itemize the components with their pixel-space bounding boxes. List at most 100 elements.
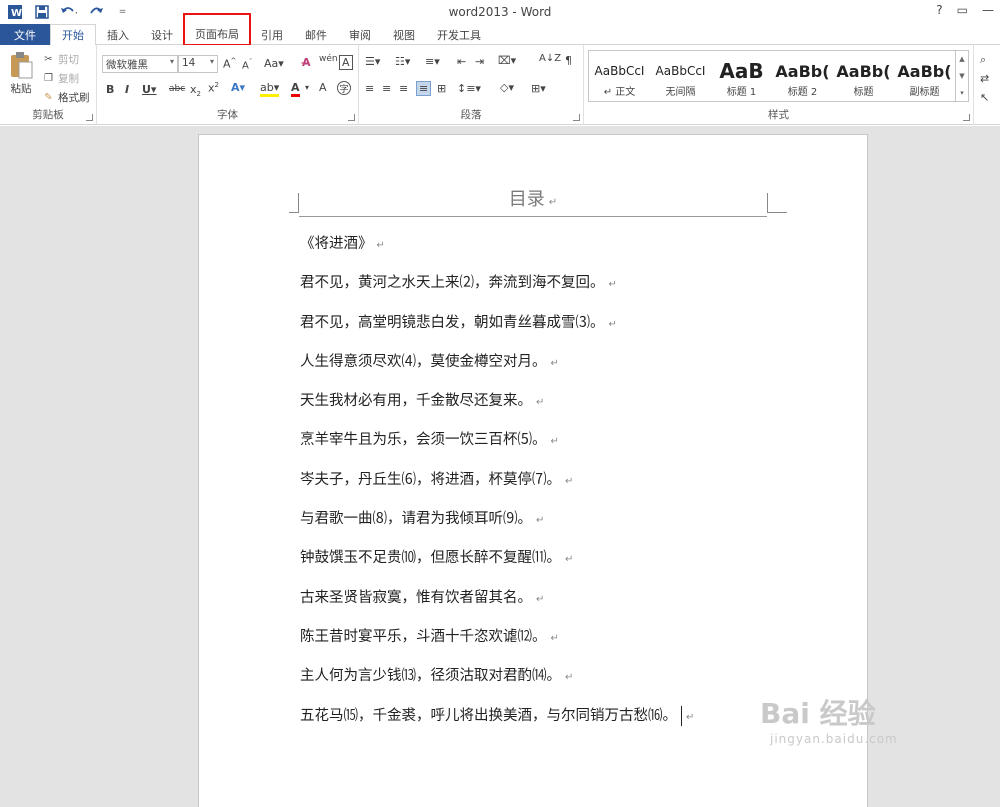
tab-file[interactable]: 文件	[0, 24, 50, 45]
scroll-down-icon[interactable]: ▼	[959, 72, 964, 80]
more-styles-icon[interactable]: ▾	[960, 89, 964, 97]
bullets-icon[interactable]: ☰▾	[365, 55, 380, 68]
distributed-icon[interactable]: ⊞	[437, 82, 446, 95]
tab-review[interactable]: 审阅	[338, 24, 382, 45]
poem-line[interactable]: 《将进酒》 ↵	[300, 225, 694, 264]
line-text: 烹羊宰牛且为乐，会须一饮三百杯⑸。	[300, 432, 547, 449]
character-shading-icon[interactable]: A	[319, 81, 327, 94]
poem-line[interactable]: 君不见，高堂明镜悲白发，朝如青丝暮成雪⑶。 ↵	[300, 304, 694, 343]
align-center-icon[interactable]: ≡	[382, 82, 391, 95]
tab-insert[interactable]: 插入	[96, 24, 140, 45]
shading-icon[interactable]: ◇▾	[500, 81, 514, 94]
line-text: 主人何为言少钱⒀，径须沽取对君酌⒁。	[300, 668, 561, 685]
multilevel-list-icon[interactable]: ≡▾	[425, 55, 440, 68]
paragraph-mark: ↵	[565, 672, 574, 684]
find-icon[interactable]: ⌕	[980, 53, 986, 67]
poem-line[interactable]: 人生得意须尽欢⑷，莫使金樽空对月。 ↵	[300, 343, 694, 382]
poem-line[interactable]: 与君歌一曲⑻，请君为我倾耳听⑼。 ↵	[300, 500, 694, 539]
underline-icon[interactable]: U▾	[142, 83, 156, 96]
poem-line[interactable]: 君不见，黄河之水天上来⑵，奔流到海不复回。 ↵	[300, 264, 694, 303]
line-text: 岑夫子，丹丘生⑹，将进酒，杯莫停⑺。	[300, 471, 561, 488]
ribbon: 粘贴 ✂ 剪切 ❐ 复制 ✎ 格式刷 剪贴板 微软雅黑 ▾ 14 ▾ A^ Aˇ Aa▾ …	[0, 45, 1000, 125]
tab-mailings[interactable]: 邮件	[294, 24, 338, 45]
subscript-icon[interactable]: x2	[190, 83, 201, 98]
chinese-layout-icon[interactable]: ⌧▾	[498, 54, 516, 67]
numbering-icon[interactable]: ☷▾	[395, 55, 410, 68]
text-effects-icon[interactable]: A▾	[231, 81, 245, 94]
align-right-icon[interactable]: ≡	[399, 82, 408, 95]
italic-icon[interactable]: I	[125, 83, 129, 96]
tab-view[interactable]: 视图	[382, 24, 426, 45]
character-border-icon[interactable]: A	[339, 55, 353, 70]
line-text: 《将进酒》	[300, 236, 373, 252]
document-body[interactable]: 《将进酒》 ↵ 君不见，黄河之水天上来⑵，奔流到海不复回。 ↵ 君不见，高堂明镜悲白…	[300, 225, 694, 736]
strikethrough-icon[interactable]: abc	[169, 84, 185, 94]
decrease-indent-icon[interactable]: ⇤	[457, 55, 466, 68]
style-no-spacing[interactable]: AaBbCcI 无间隔	[650, 51, 711, 101]
poem-line[interactable]: 天生我材必有用，千金散尽还复来。 ↵	[300, 382, 694, 421]
poem-line[interactable]: 五花马⒂，千金裘，呼儿将出换美酒，与尔同销万古愁⒃。 ↵	[300, 697, 694, 736]
paragraph-launcher-icon[interactable]	[573, 114, 580, 121]
line-spacing-icon[interactable]: ↕≡▾	[457, 82, 481, 95]
poem-line[interactable]: 钟鼓馔玉不足贵⑽，但愿长醉不复醒⑾。 ↵	[300, 539, 694, 578]
poem-line[interactable]: 陈王昔时宴平乐，斗酒十千恣欢谑⑿。 ↵	[300, 618, 694, 657]
shrink-font-icon[interactable]: Aˇ	[242, 58, 252, 71]
tab-references[interactable]: 引用	[250, 24, 294, 45]
chevron-down-icon[interactable]: ▾	[305, 83, 309, 92]
style-heading-1[interactable]: AaB 标题 1	[711, 51, 772, 101]
superscript-icon[interactable]: x2	[208, 81, 219, 95]
borders-icon[interactable]: ⊞▾	[531, 82, 546, 95]
help-button[interactable]: ?	[936, 3, 942, 17]
grow-font-icon[interactable]: A^	[223, 57, 236, 71]
change-case-icon[interactable]: Aa▾	[264, 57, 284, 70]
tab-home[interactable]: 开始	[50, 24, 96, 46]
highlight-color-icon[interactable]: ab▾	[260, 81, 280, 97]
cut-button[interactable]: ✂ 剪切	[42, 52, 79, 67]
increase-indent-icon[interactable]: ⇥	[475, 55, 484, 68]
poem-line[interactable]: 烹羊宰牛且为乐，会须一饮三百杯⑸。 ↵	[300, 421, 694, 460]
phonetic-guide-icon[interactable]: wén	[319, 54, 338, 64]
show-marks-icon[interactable]: ¶	[565, 54, 572, 67]
clipboard-launcher-icon[interactable]	[86, 114, 93, 121]
style-normal[interactable]: AaBbCcI ↵ 正文	[589, 51, 650, 101]
style-heading-2[interactable]: AaBb( 标题 2	[772, 51, 833, 101]
align-left-icon[interactable]: ≡	[365, 82, 374, 95]
bold-icon[interactable]: B	[106, 83, 114, 96]
style-title[interactable]: AaBb( 标题	[833, 51, 894, 101]
line-text: 五花马⒂，千金裘，呼儿将出换美酒，与尔同销万古愁⒃。	[300, 707, 677, 724]
font-color-icon[interactable]: A	[291, 81, 300, 97]
font-launcher-icon[interactable]	[348, 114, 355, 121]
margin-corner	[289, 193, 299, 213]
style-name: 标题 1	[726, 87, 757, 98]
chevron-down-icon: ▾	[209, 57, 214, 66]
font-size-combo[interactable]: 14 ▾	[178, 55, 218, 73]
line-text: 君不见，高堂明镜悲白发，朝如青丝暮成雪⑶。	[300, 314, 605, 331]
justify-icon[interactable]: ≡	[416, 81, 432, 96]
toc-heading[interactable]: 目录 ↵	[299, 185, 767, 211]
sort-icon[interactable]: A↓Z	[539, 53, 561, 64]
poem-line[interactable]: 岑夫子，丹丘生⑹，将进酒，杯莫停⑺。 ↵	[300, 461, 694, 500]
enclose-characters-icon[interactable]: 字	[337, 81, 351, 95]
brush-icon: ✎	[44, 92, 53, 103]
tab-page-layout[interactable]: 页面布局	[183, 13, 251, 46]
tab-design[interactable]: 设计	[140, 24, 184, 45]
style-subtitle[interactable]: AaBb( 副标题	[894, 51, 955, 101]
font-name-combo[interactable]: 微软雅黑 ▾	[102, 55, 178, 73]
styles-launcher-icon[interactable]	[963, 114, 970, 121]
clear-formatting-icon[interactable]: A̶	[302, 56, 311, 69]
tab-developer[interactable]: 开发工具	[426, 24, 492, 45]
poem-line[interactable]: 主人何为言少钱⒀，径须沽取对君酌⒁。 ↵	[300, 657, 694, 696]
scroll-up-icon[interactable]: ▲	[959, 55, 964, 63]
line-text: 人生得意须尽欢⑷，莫使金樽空对月。	[300, 353, 547, 370]
copy-button[interactable]: ❐ 复制	[42, 71, 79, 86]
clipboard-group-label: 剪贴板	[32, 109, 64, 121]
select-icon[interactable]: ↖	[980, 91, 989, 104]
replace-icon[interactable]: ⇄	[980, 72, 989, 85]
styles-gallery-scroll[interactable]: ▲ ▼ ▾	[956, 50, 969, 102]
poem-line[interactable]: 古来圣贤皆寂寞，惟有饮者留其名。 ↵	[300, 579, 694, 618]
minimize-button[interactable]: —	[982, 3, 994, 17]
paste-button[interactable]: 粘贴	[8, 51, 34, 96]
format-painter-button[interactable]: ✎ 格式刷	[42, 90, 89, 105]
paste-icon	[11, 52, 33, 79]
restore-ribbon-button[interactable]: ▭	[957, 3, 968, 17]
